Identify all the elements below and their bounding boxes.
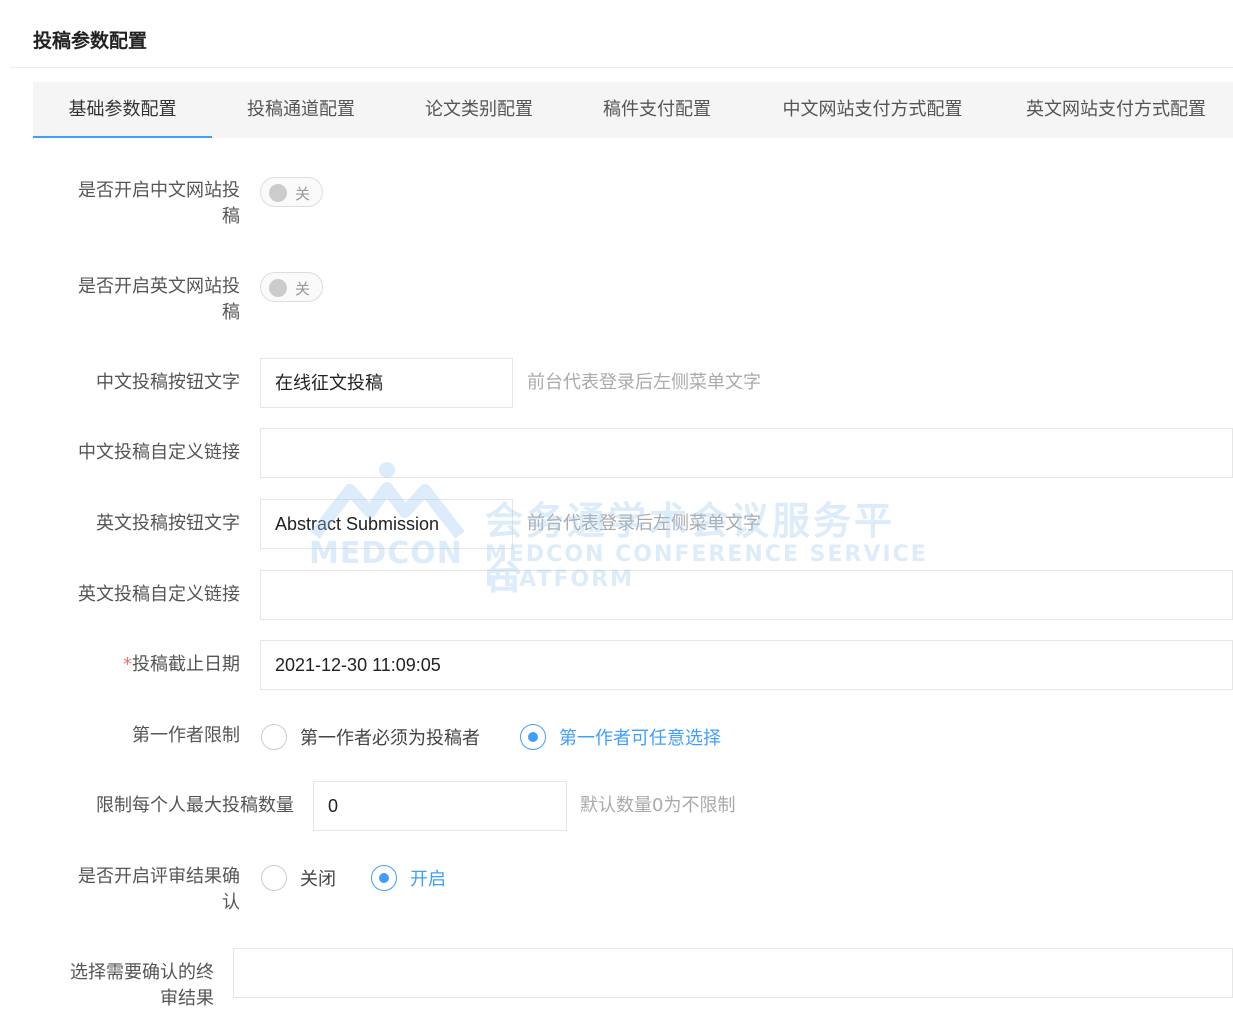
- en-custom-link-input[interactable]: [260, 570, 1233, 620]
- max-count-label: 限制每个人最大投稿数量: [96, 795, 294, 816]
- en-custom-link-label: 英文投稿自定义链接: [78, 584, 240, 605]
- first-author-must-be-submitter-radio[interactable]: 第一作者必须为投稿者: [261, 724, 480, 750]
- cn-submit-switch[interactable]: 关: [260, 177, 323, 207]
- review-confirm-label-line2: 认: [222, 892, 240, 913]
- en-submit-label: 是否开启英文网站投 稿: [60, 274, 240, 326]
- cn-custom-link-label: 中文投稿自定义链接: [78, 442, 240, 463]
- first-author-any-radio[interactable]: 第一作者可任意选择: [520, 724, 721, 750]
- cn-button-text-hint: 前台代表登录后左侧菜单文字: [527, 372, 761, 393]
- tab-en-payment-method[interactable]: 英文网站支付方式配置: [999, 82, 1233, 138]
- switch-knob: [269, 184, 287, 202]
- radio-circle: [261, 724, 287, 750]
- review-confirm-on-radio[interactable]: 开启: [371, 865, 446, 891]
- tab-bar: 基础参数配置 投稿通道配置 论文类别配置 稿件支付配置 中文网站支付方式配置 英…: [33, 82, 1233, 138]
- final-result-label-line1: 选择需要确认的终: [70, 962, 214, 983]
- cn-custom-link-input[interactable]: [260, 428, 1233, 478]
- tab-basic-params[interactable]: 基础参数配置: [33, 82, 212, 138]
- tab-manuscript-payment[interactable]: 稿件支付配置: [568, 82, 746, 138]
- final-result-label: 选择需要确认的终 审结果: [40, 960, 214, 1012]
- deadline-input[interactable]: 2021-12-30 11:09:05: [260, 640, 1233, 690]
- final-result-label-line2: 审结果: [160, 988, 214, 1009]
- en-button-text-hint: 前台代表登录后左侧菜单文字: [527, 513, 761, 534]
- en-submit-label-line1: 是否开启英文网站投: [78, 276, 240, 297]
- final-result-select[interactable]: [233, 948, 1233, 998]
- title-divider: [10, 67, 1233, 68]
- radio-circle: [520, 724, 546, 750]
- en-submit-label-line2: 稿: [222, 302, 240, 323]
- en-submit-switch[interactable]: 关: [260, 272, 323, 302]
- switch-text: 关: [295, 280, 311, 298]
- en-button-text-label: 英文投稿按钮文字: [96, 513, 240, 534]
- tab-paper-category[interactable]: 论文类别配置: [390, 82, 568, 138]
- switch-knob: [269, 279, 287, 297]
- deadline-label-text: 投稿截止日期: [132, 654, 240, 675]
- radio-label: 第一作者必须为投稿者: [300, 728, 480, 749]
- review-confirm-off-radio[interactable]: 关闭: [261, 865, 336, 891]
- tab-submission-channel[interactable]: 投稿通道配置: [212, 82, 390, 138]
- cn-submit-label: 是否开启中文网站投 稿: [60, 178, 240, 230]
- first-author-label: 第一作者限制: [132, 725, 240, 746]
- radio-label: 第一作者可任意选择: [559, 728, 721, 749]
- radio-label: 关闭: [300, 869, 336, 890]
- cn-submit-label-line2: 稿: [222, 206, 240, 227]
- deadline-label: *投稿截止日期: [60, 652, 240, 678]
- radio-label: 开启: [410, 869, 446, 890]
- tab-cn-payment-method[interactable]: 中文网站支付方式配置: [746, 82, 999, 138]
- cn-button-text-label: 中文投稿按钮文字: [96, 372, 240, 393]
- radio-circle: [371, 865, 397, 891]
- page-title: 投稿参数配置: [33, 30, 148, 52]
- review-confirm-label: 是否开启评审结果确 认: [60, 864, 240, 916]
- switch-text: 关: [295, 185, 311, 203]
- radio-circle: [261, 865, 287, 891]
- review-confirm-label-line1: 是否开启评审结果确: [78, 866, 240, 887]
- cn-submit-label-line1: 是否开启中文网站投: [78, 180, 240, 201]
- cn-button-text-input[interactable]: 在线征文投稿: [260, 358, 513, 408]
- required-mark: *: [123, 654, 132, 675]
- en-button-text-input[interactable]: Abstract Submission: [260, 499, 513, 549]
- max-count-hint: 默认数量0为不限制: [580, 795, 736, 816]
- max-count-input[interactable]: 0: [313, 781, 567, 831]
